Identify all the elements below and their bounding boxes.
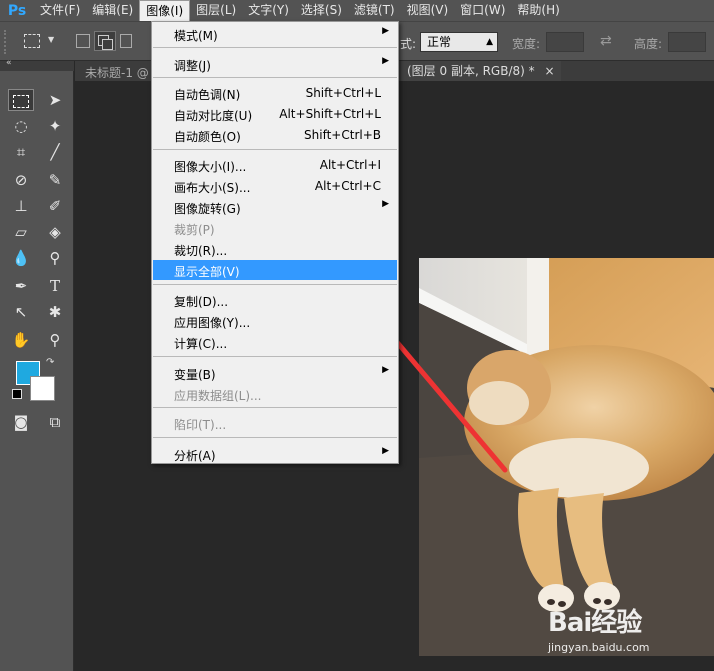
pen-icon[interactable]: ✒ bbox=[8, 275, 34, 297]
type-icon[interactable]: T bbox=[42, 275, 68, 297]
toolbox: ➤ ◌ ✦ ⌗ ╱ ⊘ ✎ ⊥ ✐ ▱ ◈ 💧 ⚲ ✒ T ↖ ✱ ✋ ⚲ ↷ … bbox=[0, 71, 74, 671]
eraser-icon[interactable]: ▱ bbox=[8, 221, 34, 243]
grip-handle bbox=[4, 30, 9, 54]
width-label: 宽度: bbox=[512, 37, 541, 51]
toolbox-header[interactable]: « bbox=[0, 58, 74, 71]
path-selection-icon[interactable]: ↖ bbox=[8, 301, 34, 323]
tab-untitled[interactable]: 未标题-1 @ bbox=[85, 64, 149, 81]
submenu-arrow-icon: ▶ bbox=[382, 199, 389, 209]
close-icon[interactable]: × bbox=[544, 64, 554, 78]
menu-item-reveal-all[interactable]: 显示全部(V) bbox=[153, 260, 397, 280]
menu-filter[interactable]: 滤镜(T) bbox=[348, 0, 401, 21]
menu-item-analysis[interactable]: 分析(A) ▶ bbox=[153, 444, 397, 464]
screen-mode-icon[interactable]: ⧉ bbox=[42, 411, 68, 433]
menu-item-calculations[interactable]: 计算(C)... bbox=[153, 332, 397, 352]
menu-item-trim[interactable]: 裁切(R)... bbox=[153, 239, 397, 259]
menu-item-canvas-size[interactable]: 画布大小(S)... Alt+Ctrl+C bbox=[153, 176, 397, 196]
new-selection-icon[interactable] bbox=[76, 34, 90, 48]
menu-item-image-rotation[interactable]: 图像旋转(G) ▶ bbox=[153, 197, 397, 217]
image-dropdown-menu: 模式(M) ▶ 调整(J) ▶ 自动色调(N) Shift+Ctrl+L 自动对… bbox=[151, 21, 399, 464]
watermark-url: jingyan.baidu.com bbox=[548, 641, 650, 654]
hand-icon[interactable]: ✋ bbox=[8, 329, 34, 351]
quick-mask-icon[interactable]: ◙ bbox=[8, 411, 34, 433]
add-selection-icon[interactable] bbox=[94, 31, 116, 51]
menu-separator bbox=[153, 407, 397, 408]
healing-brush-icon[interactable]: ⊘ bbox=[8, 169, 34, 191]
preset-dropdown-icon[interactable]: ▼ bbox=[48, 35, 54, 44]
menu-item-auto-tone[interactable]: 自动色调(N) Shift+Ctrl+L bbox=[153, 83, 397, 103]
tab-active-document[interactable]: (图层 0 副本, RGB/8) * × bbox=[401, 61, 561, 81]
menu-image[interactable]: 图像(I) bbox=[139, 0, 191, 21]
rectangular-marquee-icon[interactable] bbox=[8, 89, 34, 111]
menu-item-crop[interactable]: 裁剪(P) bbox=[153, 218, 397, 238]
baidu-watermark: Bai经验 jingyan.baidu.com bbox=[548, 598, 708, 668]
menu-edit[interactable]: 编辑(E) bbox=[86, 0, 139, 21]
default-colors-icon[interactable] bbox=[12, 389, 22, 399]
height-label: 高度: bbox=[634, 37, 663, 51]
menu-separator bbox=[153, 284, 397, 285]
photoshop-logo: Ps bbox=[7, 2, 27, 19]
menu-window[interactable]: 窗口(W) bbox=[454, 0, 511, 21]
document-canvas-photo bbox=[419, 258, 714, 656]
submenu-arrow-icon: ▶ bbox=[382, 26, 389, 36]
style-label: 式: bbox=[400, 37, 417, 51]
menu-item-apply-data-set[interactable]: 应用数据组(L)... bbox=[153, 384, 397, 404]
clone-stamp-icon[interactable]: ⊥ bbox=[8, 195, 34, 217]
menu-separator bbox=[153, 437, 397, 438]
menu-type[interactable]: 文字(Y) bbox=[242, 0, 295, 21]
menu-item-mode[interactable]: 模式(M) ▶ bbox=[153, 24, 397, 44]
marquee-tool-preset-icon[interactable] bbox=[24, 34, 40, 48]
menu-file[interactable]: 文件(F) bbox=[34, 0, 86, 21]
crop-icon[interactable]: ⌗ bbox=[8, 141, 34, 163]
height-input[interactable] bbox=[668, 32, 706, 52]
custom-shape-icon[interactable]: ✱ bbox=[42, 301, 68, 323]
menu-help[interactable]: 帮助(H) bbox=[511, 0, 565, 21]
menu-item-trap[interactable]: 陷印(T)... bbox=[153, 413, 397, 433]
eyedropper-icon[interactable]: ╱ bbox=[42, 141, 68, 163]
zoom-icon[interactable]: ⚲ bbox=[42, 329, 68, 351]
menu-separator bbox=[153, 77, 397, 78]
menu-item-auto-color[interactable]: 自动颜色(O) Shift+Ctrl+B bbox=[153, 125, 397, 145]
move-tool-icon[interactable]: ➤ bbox=[42, 89, 68, 111]
menu-bar: Ps 文件(F) 编辑(E) 图像(I) 图层(L) 文字(Y) 选择(S) 滤… bbox=[0, 0, 714, 21]
menu-separator bbox=[153, 356, 397, 357]
submenu-arrow-icon: ▶ bbox=[382, 446, 389, 456]
collapse-icon[interactable]: « bbox=[6, 58, 12, 68]
brush-icon[interactable]: ✎ bbox=[42, 169, 68, 191]
submenu-arrow-icon: ▶ bbox=[382, 365, 389, 375]
menu-separator bbox=[153, 149, 397, 150]
menu-view[interactable]: 视图(V) bbox=[401, 0, 455, 21]
dodge-icon[interactable]: ⚲ bbox=[42, 247, 68, 269]
menu-item-image-size[interactable]: 图像大小(I)... Alt+Ctrl+I bbox=[153, 155, 397, 175]
blur-icon[interactable]: 💧 bbox=[8, 247, 34, 269]
submenu-arrow-icon: ▶ bbox=[382, 56, 389, 66]
menu-item-duplicate[interactable]: 复制(D)... bbox=[153, 290, 397, 310]
background-color-swatch[interactable] bbox=[30, 376, 55, 401]
width-input[interactable] bbox=[546, 32, 584, 52]
tab-active-label: (图层 0 副本, RGB/8) * bbox=[407, 64, 535, 78]
menu-item-adjustments[interactable]: 调整(J) ▶ bbox=[153, 54, 397, 74]
history-brush-icon[interactable]: ✐ bbox=[42, 195, 68, 217]
menu-layer[interactable]: 图层(L) bbox=[190, 0, 242, 21]
swap-icon[interactable]: ⇄ bbox=[600, 33, 612, 49]
style-select-value: 正常 bbox=[427, 35, 452, 49]
menu-separator bbox=[153, 47, 397, 48]
menu-item-variables[interactable]: 变量(B) ▶ bbox=[153, 363, 397, 383]
menu-item-auto-contrast[interactable]: 自动对比度(U) Alt+Shift+Ctrl+L bbox=[153, 104, 397, 124]
watermark-logo: Bai经验 bbox=[548, 608, 642, 638]
menu-select[interactable]: 选择(S) bbox=[295, 0, 348, 21]
select-arrows-icon: ▲ bbox=[486, 37, 493, 47]
paint-bucket-icon[interactable]: ◈ bbox=[42, 221, 68, 243]
subtract-selection-icon[interactable] bbox=[120, 34, 132, 48]
style-select[interactable]: 正常 ▲ bbox=[420, 32, 498, 52]
lasso-icon[interactable]: ◌ bbox=[8, 115, 34, 137]
menu-item-apply-image[interactable]: 应用图像(Y)... bbox=[153, 311, 397, 331]
magic-wand-icon[interactable]: ✦ bbox=[42, 115, 68, 137]
swap-colors-icon[interactable]: ↷ bbox=[46, 357, 54, 368]
